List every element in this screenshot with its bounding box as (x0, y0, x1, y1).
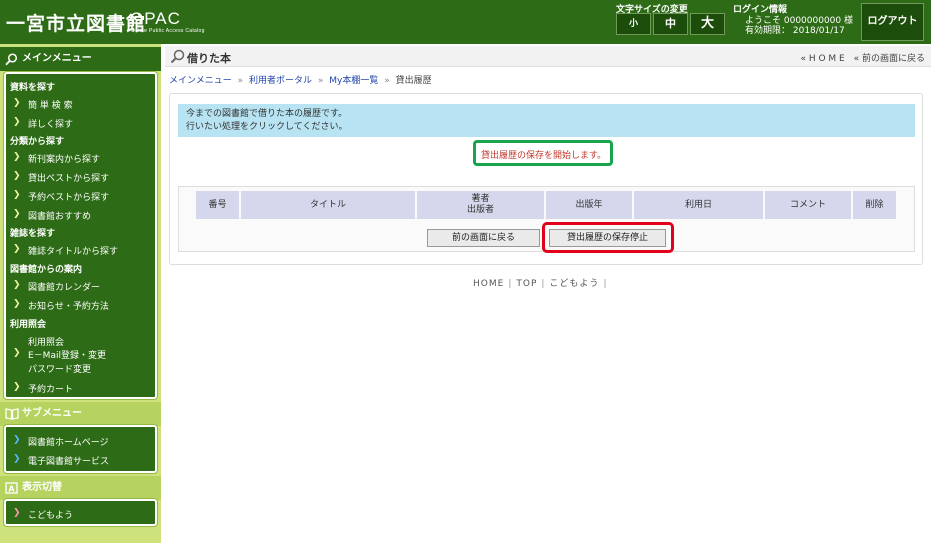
library-logo[interactable]: 一宮市立図書館 (6, 9, 146, 36)
chevron-right-icon: ❯ (13, 209, 21, 219)
sidebar-item-new-arrivals[interactable]: ❯ 新刊案内から探す (13, 152, 100, 165)
footer-top-link[interactable]: TOP (516, 279, 537, 289)
chevron-right-icon: ❯ (13, 244, 21, 254)
display-switch-label: 表示切替 (22, 482, 62, 493)
chevron-right-icon: ❯ (13, 152, 21, 162)
sidebar-item-reserve-cart[interactable]: ❯ 予約カート (13, 382, 73, 395)
sidebar-item-notice[interactable]: ❯ お知らせ・予約方法 (13, 299, 109, 312)
chevron-right-icon: ❯ (13, 508, 21, 518)
display-switch-header: A 表示切替 (0, 476, 161, 500)
search-icon (5, 53, 18, 66)
column-header-publisher-text: 出版者 (466, 205, 494, 215)
sidebar-item-best-loans[interactable]: ❯ 貸出ベストから探す (13, 171, 109, 184)
breadcrumb-my-shelf[interactable]: My本棚一覧 (329, 76, 378, 86)
status-message: 貸出履歴の保存を開始します。 (481, 151, 607, 161)
footer-home-link[interactable]: HOME (473, 279, 504, 289)
footer-kids-link[interactable]: こどもよう (549, 279, 599, 289)
chevron-right-icon: ❯ (13, 454, 21, 464)
sidebar-item-detail-search[interactable]: ❯ 詳しく探す (13, 117, 73, 130)
search-icon (170, 49, 185, 64)
font-small-button[interactable]: 小 (616, 13, 651, 35)
display-icon: A (5, 482, 18, 494)
opac-subtitle: Online Public Access Catalog (131, 28, 205, 34)
main-menu-label: メインメニュー (22, 53, 92, 64)
sidebar-item-email[interactable]: ❯ E－Mail登録・変更 (13, 348, 106, 361)
sidebar-item-magazine-title[interactable]: ❯ 雑誌タイトルから探す (13, 244, 118, 257)
column-header-comment: コメント (765, 191, 851, 219)
column-header-date: 利用日 (634, 191, 763, 219)
logout-button[interactable]: ログアウト (861, 3, 924, 41)
book-icon (5, 408, 19, 420)
sidebar-item-e-library[interactable]: ❯ 電子図書館サービス (13, 454, 109, 467)
sidebar-item-password[interactable]: パスワード変更 (28, 362, 91, 375)
nav-back-link[interactable]: « 前の画面に戻る (854, 54, 925, 64)
page-title: 借りた本 (187, 52, 231, 65)
sidebar-item-calendar[interactable]: ❯ 図書館カレンダー (13, 280, 100, 293)
sidebar-item-simple-search[interactable]: ❯ 簡 単 検 索 (13, 98, 73, 111)
breadcrumb-portal[interactable]: 利用者ポータル (249, 76, 312, 86)
info-line-2: 行いたい処理をクリックしてください。 (186, 122, 348, 132)
chevron-right-icon: ❯ (13, 435, 21, 445)
expiry-text: 有効期限： 2018/01/17 (745, 26, 845, 36)
page-title-bar: 借りた本 « H O M E « 前の画面に戻る (165, 46, 931, 67)
column-header-delete: 削除 (853, 191, 896, 219)
chevron-right-icon: ❯ (13, 299, 21, 309)
chevron-right-icon: ❯ (13, 190, 21, 200)
category-inquiry: 利用照会 (10, 320, 47, 330)
chevron-right-icon: ❯ (13, 117, 21, 127)
main-menu-header: メインメニュー (0, 47, 161, 71)
footer-links: HOME | TOP | こどもよう | (473, 279, 608, 289)
column-header-title: タイトル (241, 191, 415, 219)
back-button[interactable]: 前の画面に戻る (427, 229, 540, 247)
opac-logo: OPAC (130, 9, 181, 28)
column-header-author: 著者 出版者 (417, 191, 544, 219)
sub-menu-label: サブメニュー (22, 408, 82, 419)
sub-menu-header: サブメニュー (0, 402, 161, 426)
column-header-year: 出版年 (546, 191, 632, 219)
breadcrumb-current: 貸出履歴 (395, 76, 432, 86)
category-magazine: 雑誌を探す (10, 229, 56, 239)
chevron-right-icon: ❯ (13, 280, 21, 290)
sidebar-item-kids[interactable]: ❯ こどもよう (13, 508, 73, 521)
top-nav-links: « H O M E « 前の画面に戻る (794, 51, 925, 64)
column-header-author-text: 著者 (471, 194, 490, 204)
column-header-number: 番号 (196, 191, 239, 219)
chevron-right-icon: ❯ (13, 98, 21, 108)
category-guide: 図書館からの案内 (10, 265, 83, 275)
nav-home-link[interactable]: « H O M E (800, 54, 844, 64)
svg-text:A: A (8, 484, 15, 493)
sidebar-item-library-home[interactable]: ❯ 図書館ホームページ (13, 435, 109, 448)
chevron-right-icon: ❯ (13, 171, 21, 181)
header: 一宮市立図書館 OPAC Online Public Access Catalo… (0, 0, 931, 44)
chevron-right-icon: ❯ (13, 382, 21, 392)
stop-saving-button[interactable]: 貸出履歴の保存停止 (549, 229, 666, 247)
breadcrumb: メインメニュー » 利用者ポータル » My本棚一覧 » 貸出履歴 (169, 76, 432, 86)
chevron-right-icon: ❯ (13, 348, 21, 358)
font-large-button[interactable]: 大 (690, 13, 725, 35)
category-classify: 分類から探す (10, 137, 65, 147)
category-search: 資料を探す (10, 83, 56, 93)
sidebar: メインメニュー 資料を探す ❯ 簡 単 検 索 ❯ 詳しく探す 分類から探す ❯ 新刊… (0, 44, 161, 543)
font-medium-button[interactable]: 中 (653, 13, 688, 35)
info-line-1: 今までの図書館で借りた本の履歴です。 (186, 109, 348, 119)
sidebar-item-best-reserve[interactable]: ❯ 予約ベストから探す (13, 190, 109, 203)
info-box: 今までの図書館で借りた本の履歴です。 行いたい処理をクリックしてください。 (178, 104, 915, 137)
sidebar-item-inquiry[interactable]: 利用照会 (28, 335, 64, 348)
sidebar-item-recommend[interactable]: ❯ 図書館おすすめ (13, 209, 91, 222)
breadcrumb-main-menu[interactable]: メインメニュー (169, 76, 232, 86)
